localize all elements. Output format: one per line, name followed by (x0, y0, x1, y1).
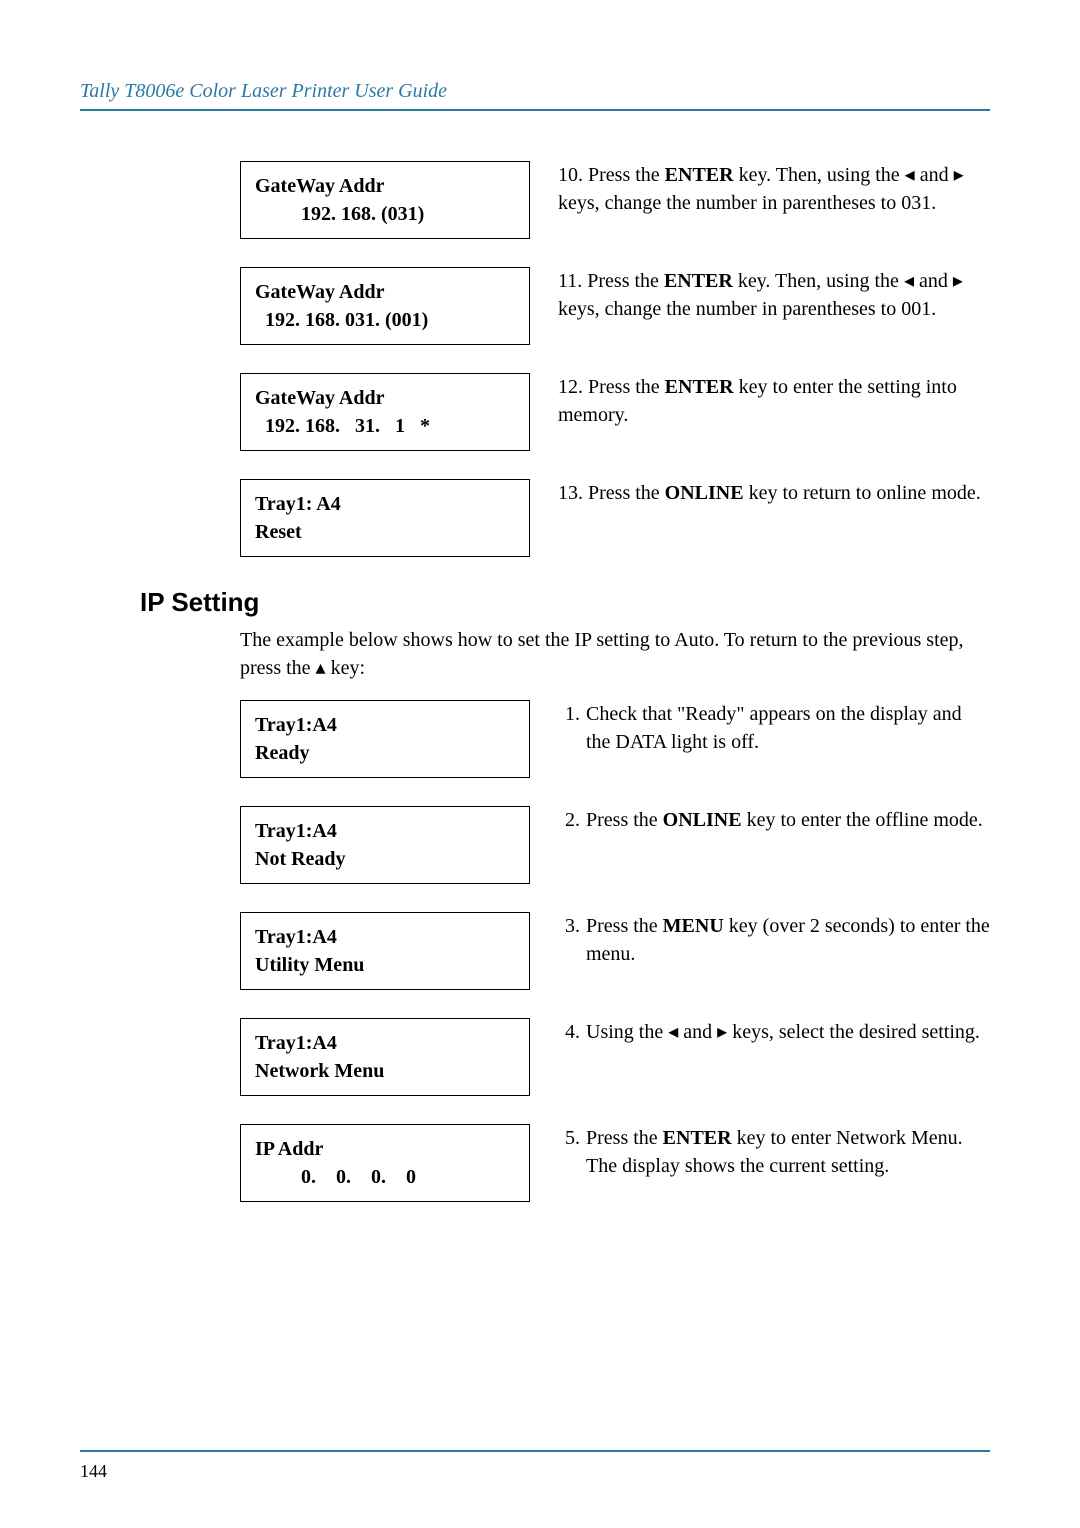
text-part: and (915, 164, 954, 186)
display-line-1: Tray1:A4 (255, 923, 515, 951)
text-part: keys, change the number in parentheses t… (558, 192, 936, 214)
text-part: key to enter the offline mode. (742, 809, 983, 831)
right-arrow-icon: ▸ (953, 270, 963, 292)
section-intro: The example below shows how to set the I… (240, 626, 990, 682)
display-line-1: GateWay Addr (255, 172, 515, 200)
step-number: 5. (558, 1124, 586, 1152)
text-bold: ENTER (665, 376, 734, 398)
text-bold: MENU (663, 915, 724, 937)
display-line-2: 192. 168. (031) (255, 200, 515, 228)
header-divider (80, 109, 990, 111)
display-line-2: Not Ready (255, 845, 515, 873)
display-line-2: Reset (255, 518, 515, 546)
text-part: Press the (587, 270, 664, 292)
text-part: and (914, 270, 953, 292)
printer-display: Tray1: A4 Reset (240, 479, 530, 557)
text-bold: ENTER (665, 164, 734, 186)
step-row: Tray1: A4 Reset 13. Press the ONLINE key… (80, 479, 990, 557)
step-instruction: 2. Press the ONLINE key to enter the off… (558, 806, 990, 834)
page-number: 144 (80, 1461, 107, 1482)
printer-display: Tray1:A4 Utility Menu (240, 912, 530, 990)
step-number: 1. (558, 700, 586, 728)
printer-display: GateWay Addr 192. 168. 31. 1 * (240, 373, 530, 451)
text-part: and (678, 1021, 717, 1043)
left-arrow-icon: ◂ (904, 270, 914, 292)
display-line-2: 0. 0. 0. 0 (255, 1163, 515, 1191)
display-line-1: Tray1:A4 (255, 817, 515, 845)
text-part: keys, change the number in parentheses t… (558, 298, 936, 320)
right-arrow-icon: ▸ (954, 164, 964, 186)
text-part: Press the (586, 915, 663, 937)
text-part: Press the (588, 482, 665, 504)
printer-display: GateWay Addr 192. 168. (031) (240, 161, 530, 239)
step-instruction: 5. Press the ENTER key to enter Network … (558, 1124, 990, 1180)
text-part: keys, select the desired setting. (727, 1021, 980, 1043)
step-number: 4. (558, 1018, 586, 1046)
step-number: 11. (558, 270, 582, 292)
text-part: key. Then, using the (734, 164, 905, 186)
step-row: GateWay Addr 192. 168. 031. (001) 11. Pr… (80, 267, 990, 345)
step-number: 12. (558, 376, 583, 398)
display-line-1: Tray1: A4 (255, 490, 515, 518)
step-instruction: 12. Press the ENTER key to enter the set… (558, 373, 990, 429)
step-row: GateWay Addr 192. 168. (031) 10. Press t… (80, 161, 990, 239)
text-part: Press the (586, 1127, 663, 1149)
step-row: Tray1:A4 Not Ready 2. Press the ONLINE k… (80, 806, 990, 884)
step-instruction: 10. Press the ENTER key. Then, using the… (558, 161, 990, 217)
text-part: Using the (586, 1021, 668, 1043)
left-arrow-icon: ◂ (668, 1021, 678, 1043)
step-number: 10. (558, 164, 583, 186)
printer-display: GateWay Addr 192. 168. 031. (001) (240, 267, 530, 345)
display-line-1: IP Addr (255, 1135, 515, 1163)
text-part: key. Then, using the (733, 270, 904, 292)
step-row: Tray1:A4 Ready 1. Check that "Ready" app… (80, 700, 990, 778)
display-line-1: GateWay Addr (255, 278, 515, 306)
display-line-2: Ready (255, 739, 515, 767)
footer-divider (80, 1450, 990, 1452)
step-instruction: 3. Press the MENU key (over 2 seconds) t… (558, 912, 990, 968)
printer-display: Tray1:A4 Not Ready (240, 806, 530, 884)
step-number: 13. (558, 482, 583, 504)
text-part: Press the (588, 164, 665, 186)
display-line-2: Utility Menu (255, 951, 515, 979)
step-instruction: 1. Check that "Ready" appears on the dis… (558, 700, 990, 756)
display-line-2: Network Menu (255, 1057, 515, 1085)
printer-display: Tray1:A4 Network Menu (240, 1018, 530, 1096)
display-line-2: 192. 168. 031. (001) (255, 306, 515, 334)
text-part: Check that "Ready" appears on the displa… (586, 700, 990, 756)
step-instruction: 4. Using the ◂ and ▸ keys, select the de… (558, 1018, 990, 1046)
printer-display: IP Addr 0. 0. 0. 0 (240, 1124, 530, 1202)
step-row: GateWay Addr 192. 168. 31. 1 * 12. Press… (80, 373, 990, 451)
text-bold: ENTER (664, 270, 733, 292)
text-part: Press the (588, 376, 665, 398)
display-line-1: Tray1:A4 (255, 711, 515, 739)
text-bold: ONLINE (663, 809, 742, 831)
right-arrow-icon: ▸ (717, 1021, 727, 1043)
display-line-1: Tray1:A4 (255, 1029, 515, 1057)
text-bold: ONLINE (665, 482, 744, 504)
step-row: Tray1:A4 Utility Menu 3. Press the MENU … (80, 912, 990, 990)
step-number: 3. (558, 912, 586, 940)
intro-text: key: (326, 657, 365, 679)
section-heading: IP Setting (140, 587, 990, 618)
up-arrow-icon: ▴ (316, 657, 326, 679)
step-number: 2. (558, 806, 586, 834)
display-line-1: GateWay Addr (255, 384, 515, 412)
step-instruction: 11. Press the ENTER key. Then, using the… (558, 267, 990, 323)
header-title: Tally T8006e Color Laser Printer User Gu… (80, 80, 990, 103)
printer-display: Tray1:A4 Ready (240, 700, 530, 778)
left-arrow-icon: ◂ (905, 164, 915, 186)
step-instruction: 13. Press the ONLINE key to return to on… (558, 479, 990, 507)
text-part: Press the (586, 809, 663, 831)
step-row: IP Addr 0. 0. 0. 0 5. Press the ENTER ke… (80, 1124, 990, 1202)
display-line-2: 192. 168. 31. 1 * (255, 412, 515, 440)
step-row: Tray1:A4 Network Menu 4. Using the ◂ and… (80, 1018, 990, 1096)
text-part: key to return to online mode. (744, 482, 981, 504)
text-bold: ENTER (663, 1127, 732, 1149)
